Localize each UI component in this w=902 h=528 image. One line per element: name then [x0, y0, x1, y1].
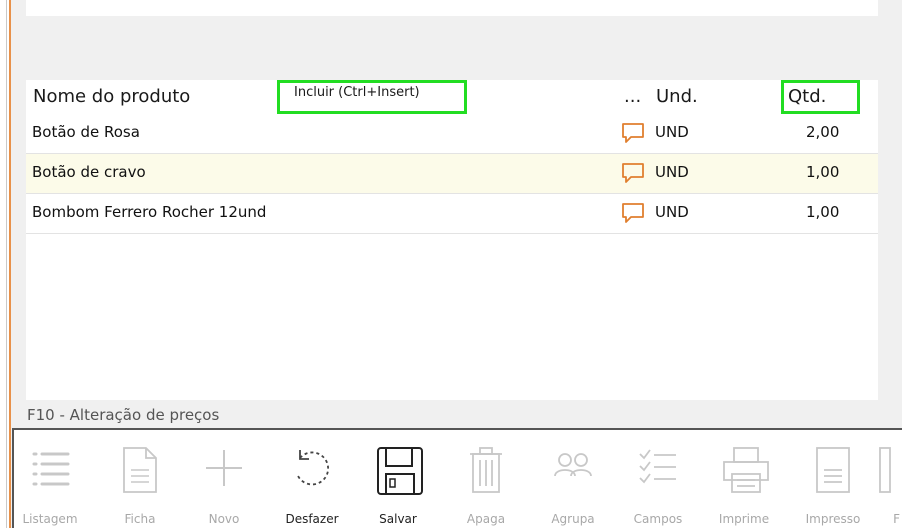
column-header-unit[interactable]: Und. [656, 86, 698, 107]
partial-label: F [893, 512, 900, 526]
group-label: Agrupa [551, 512, 595, 526]
fields-label: Campos [633, 512, 683, 526]
undo-icon [297, 450, 330, 486]
comment-icon[interactable] [621, 122, 645, 144]
top-content-area [26, 0, 878, 16]
product-name-cell: Botão de cravo [32, 163, 146, 181]
comment-icon[interactable] [621, 162, 645, 184]
delete-button[interactable]: Apaga [454, 440, 518, 528]
delete-label: Apaga [466, 512, 506, 526]
document-icon [123, 447, 157, 493]
undo-label: Desfazer [285, 512, 339, 526]
fields-button[interactable]: Campos [626, 440, 690, 528]
new-button[interactable]: Novo [192, 440, 256, 528]
unit-cell: UND [655, 163, 689, 181]
list-icon [32, 452, 70, 486]
checklist-icon [639, 449, 676, 484]
printer-icon [723, 447, 769, 493]
print-label: Imprime [718, 512, 770, 526]
printed-document-icon [816, 447, 850, 493]
plus-icon [206, 450, 242, 486]
group-icon [554, 453, 592, 477]
table-row[interactable]: Botão de cravo UND 1,00 [26, 154, 878, 194]
product-name-cell: Bombom Ferrero Rocher 12und [32, 203, 267, 221]
include-tooltip: Incluir (Ctrl+Insert) [277, 80, 467, 114]
status-hint: F10 - Alteração de preços [27, 406, 220, 424]
comment-icon[interactable] [621, 202, 645, 224]
bottom-toolbar: Listagem Ficha Novo Desfazer Salvar Apag… [12, 428, 902, 528]
record-button[interactable]: Ficha [108, 440, 172, 528]
list-button[interactable]: Listagem [18, 440, 82, 528]
unit-cell: UND [655, 123, 689, 141]
list-label: Listagem [22, 512, 78, 526]
column-header-more[interactable]: ... [624, 86, 641, 107]
new-label: Novo [208, 512, 240, 526]
qty-cell[interactable]: 1,00 [806, 203, 839, 221]
left-window-edge [0, 0, 11, 528]
printed-label: Impresso [805, 512, 861, 526]
printed-button[interactable]: Impresso [801, 440, 865, 528]
undo-button[interactable]: Desfazer [280, 440, 344, 528]
partial-button[interactable]: F [876, 440, 900, 528]
partial-icon [879, 447, 891, 493]
items-grid[interactable]: Nome do produto ... Und. Qtd. Incluir (C… [26, 80, 878, 400]
table-row[interactable]: Bombom Ferrero Rocher 12und UND 1,00 [26, 194, 878, 234]
qty-cell[interactable]: 1,00 [806, 163, 839, 181]
column-header-name[interactable]: Nome do produto [33, 86, 190, 107]
print-button[interactable]: Imprime [712, 440, 776, 528]
floppy-disk-icon [377, 447, 423, 495]
save-label: Salvar [379, 512, 417, 526]
product-name-cell: Botão de Rosa [32, 123, 140, 141]
group-button[interactable]: Agrupa [541, 440, 605, 528]
save-button[interactable]: Salvar [366, 440, 430, 528]
trash-icon [470, 447, 502, 493]
table-row[interactable]: Botão de Rosa UND 2,00 [26, 114, 878, 154]
record-label: Ficha [124, 512, 156, 526]
qty-cell[interactable]: 2,00 [806, 123, 839, 141]
qty-header-highlight [781, 80, 860, 114]
unit-cell: UND [655, 203, 689, 221]
left-edge-line [6, 0, 7, 528]
